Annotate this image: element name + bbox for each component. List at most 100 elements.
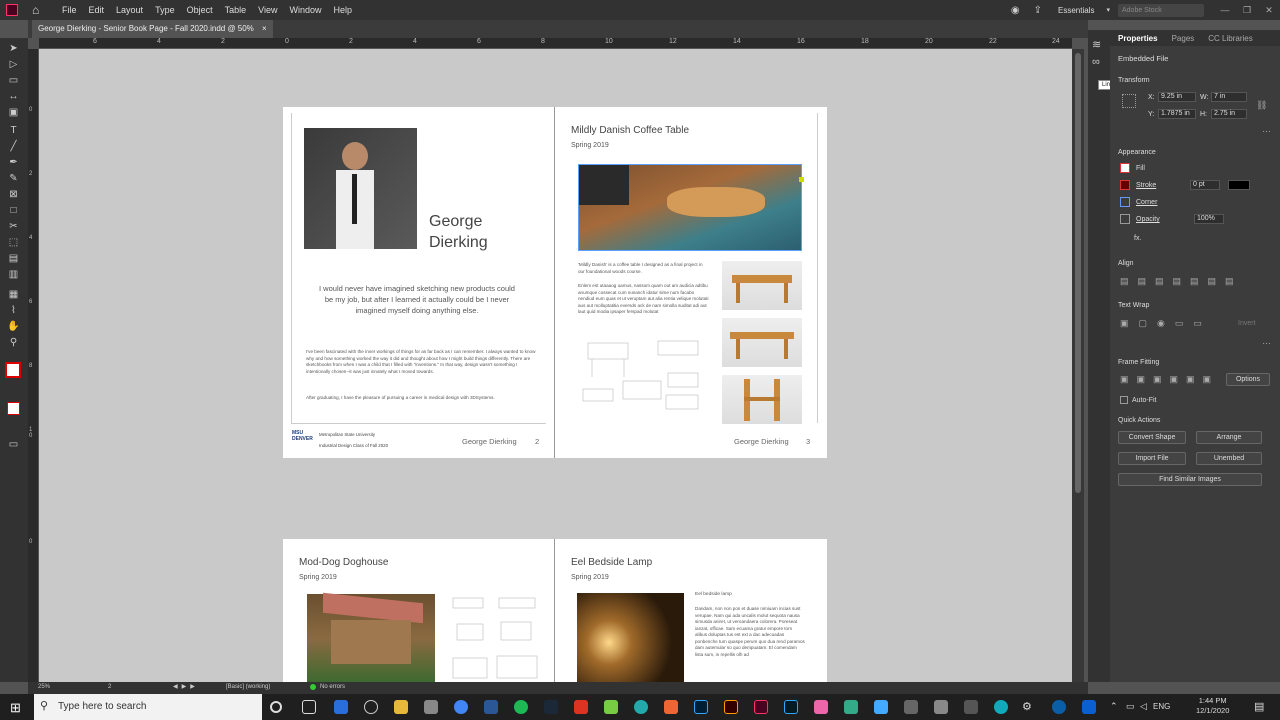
app-icon[interactable]: [964, 700, 978, 714]
file-explorer-icon[interactable]: [394, 700, 408, 714]
table-photo-3[interactable]: [722, 375, 802, 424]
menu-layout[interactable]: Layout: [110, 5, 149, 15]
spread-2[interactable]: Mod-Dog Doghouse Spring 2019 Eel Bedside…: [283, 539, 827, 682]
document-tab[interactable]: George Dierking - Senior Book Page - Fal…: [32, 20, 273, 38]
indesign-icon[interactable]: [754, 700, 768, 714]
y-position-field[interactable]: 1.7875 in: [1158, 109, 1196, 119]
lightbulb-icon[interactable]: ◉: [1011, 5, 1020, 16]
app-icon[interactable]: [904, 700, 918, 714]
more-options-icon[interactable]: …: [1262, 124, 1271, 134]
page-number-field[interactable]: 2: [108, 684, 111, 690]
app-icon[interactable]: [1052, 700, 1066, 714]
corner-label[interactable]: Corner: [1136, 199, 1157, 206]
doghouse-photo[interactable]: [307, 592, 435, 682]
photoshop-icon[interactable]: [694, 700, 708, 714]
zoom-tool-icon[interactable]: ⚲: [7, 336, 20, 349]
chrome-icon[interactable]: [454, 700, 468, 714]
chevron-up-icon[interactable]: ⌃: [1110, 701, 1118, 712]
fill-stroke-swatch-icon[interactable]: [5, 362, 21, 378]
menu-view[interactable]: View: [252, 5, 283, 15]
import-file-button[interactable]: Import File: [1118, 452, 1186, 465]
close-button[interactable]: ✕: [1258, 5, 1280, 16]
fill-swatch-icon[interactable]: [1120, 163, 1130, 173]
portrait-photo[interactable]: [304, 128, 417, 249]
frame-fitting-buttons-icon[interactable]: ▣▣▣▣▣▣: [1120, 374, 1219, 385]
page-navigation-icon[interactable]: ◀▶▶: [173, 683, 199, 690]
home-icon[interactable]: ⌂: [32, 3, 46, 17]
coffee-table-photo[interactable]: [578, 164, 804, 251]
adobe-stock-search[interactable]: Adobe Stock: [1118, 3, 1204, 17]
app-icon[interactable]: [424, 700, 438, 714]
share-icon[interactable]: ⇪: [1034, 5, 1042, 16]
scissors-tool-icon[interactable]: ✂: [7, 220, 20, 233]
stroke-swatch-icon[interactable]: [1120, 180, 1130, 190]
app-icon[interactable]: [604, 700, 618, 714]
settings-icon[interactable]: ⚙: [1022, 700, 1036, 714]
clock[interactable]: 1:44 PM 12/1/2020: [1196, 696, 1229, 716]
links-icon[interactable]: ∞: [1092, 56, 1100, 68]
opacity-label[interactable]: Opacity: [1136, 216, 1160, 223]
note-tool-icon[interactable]: ▦: [7, 288, 20, 301]
selection-handle[interactable]: [799, 177, 804, 182]
eyedropper-tool-icon[interactable]: ⌇: [7, 304, 20, 317]
find-similar-images-button[interactable]: Find Similar Images: [1118, 473, 1262, 486]
lightroom-icon[interactable]: [784, 700, 798, 714]
spotify-icon[interactable]: [514, 700, 528, 714]
gradient-tool-icon[interactable]: ▤: [7, 252, 20, 265]
vertical-scrollbar[interactable]: [1072, 49, 1084, 682]
content-collector-icon[interactable]: ▣: [7, 106, 20, 119]
height-field[interactable]: 2.75 in: [1211, 109, 1247, 119]
layers-icon[interactable]: ≋: [1092, 38, 1101, 51]
gap-tool-icon[interactable]: ↔: [7, 90, 20, 103]
arrange-button[interactable]: Arrange: [1196, 431, 1262, 444]
app-icon[interactable]: [664, 700, 678, 714]
minimize-button[interactable]: —: [1214, 5, 1236, 15]
rectangle-tool-icon[interactable]: □: [7, 204, 20, 217]
vertical-ruler[interactable]: 0 2 4 6 8 1 0 0: [28, 49, 39, 682]
table-photo-1[interactable]: [722, 261, 802, 310]
word-icon[interactable]: [484, 700, 498, 714]
x-position-field[interactable]: 9.25 in: [1158, 92, 1196, 102]
app-icon[interactable]: [994, 700, 1008, 714]
type-tool-icon[interactable]: T: [7, 124, 20, 137]
illustrator-icon[interactable]: [724, 700, 738, 714]
constrain-proportions-icon[interactable]: ⛓: [1256, 100, 1267, 111]
stroke-weight-field[interactable]: 0 pt: [1190, 180, 1220, 190]
page-tool-icon[interactable]: ▭: [7, 74, 20, 87]
align-buttons-icon[interactable]: ▤▤▤▤▤▤▤: [1120, 276, 1243, 287]
menu-type[interactable]: Type: [149, 5, 181, 15]
zoom-app-icon[interactable]: [334, 700, 348, 714]
tab-pages[interactable]: Pages: [1172, 34, 1195, 43]
fx-button[interactable]: fx.: [1134, 235, 1141, 242]
network-icon[interactable]: ▭: [1126, 701, 1135, 712]
doghouse-sketches[interactable]: [449, 594, 541, 682]
menu-table[interactable]: Table: [219, 5, 253, 15]
menu-object[interactable]: Object: [181, 5, 219, 15]
tab-cc-libraries[interactable]: CC Libraries: [1208, 34, 1252, 43]
notification-icon[interactable]: ▤: [1254, 700, 1264, 713]
scrollbar-thumb[interactable]: [1075, 53, 1081, 493]
pencil-tool-icon[interactable]: ✎: [7, 172, 20, 185]
app-icon[interactable]: [1082, 700, 1096, 714]
width-field[interactable]: 7 in: [1211, 92, 1247, 102]
auto-fit-checkbox[interactable]: [1120, 396, 1128, 404]
steam-icon[interactable]: [544, 700, 558, 714]
pen-tool-icon[interactable]: ✒: [7, 156, 20, 169]
stroke-label[interactable]: Stroke: [1136, 182, 1156, 189]
close-tab-icon[interactable]: ×: [262, 24, 267, 33]
app-icon[interactable]: [634, 700, 648, 714]
text-wrap-buttons-icon[interactable]: ▣▢◉▭▭: [1120, 318, 1212, 329]
language-indicator[interactable]: ENG: [1153, 702, 1170, 711]
tab-properties[interactable]: Properties: [1118, 34, 1158, 43]
preflight-errors[interactable]: No errors: [320, 684, 345, 690]
unembed-button[interactable]: Unembed: [1196, 452, 1262, 465]
options-button[interactable]: Options: [1226, 373, 1270, 386]
stroke-type-select[interactable]: [1228, 180, 1250, 190]
table-photo-2[interactable]: [722, 318, 802, 367]
app-icon[interactable]: [364, 700, 378, 714]
maximize-button[interactable]: ❐: [1236, 5, 1258, 16]
horizontal-ruler[interactable]: 6 4 2 0 2 4 6 8 10 12 14 16 18 20 22 24: [39, 38, 1072, 49]
free-transform-tool-icon[interactable]: ⬚: [7, 236, 20, 249]
convert-shape-button[interactable]: Convert Shape: [1118, 431, 1186, 444]
app-icon[interactable]: [814, 700, 828, 714]
